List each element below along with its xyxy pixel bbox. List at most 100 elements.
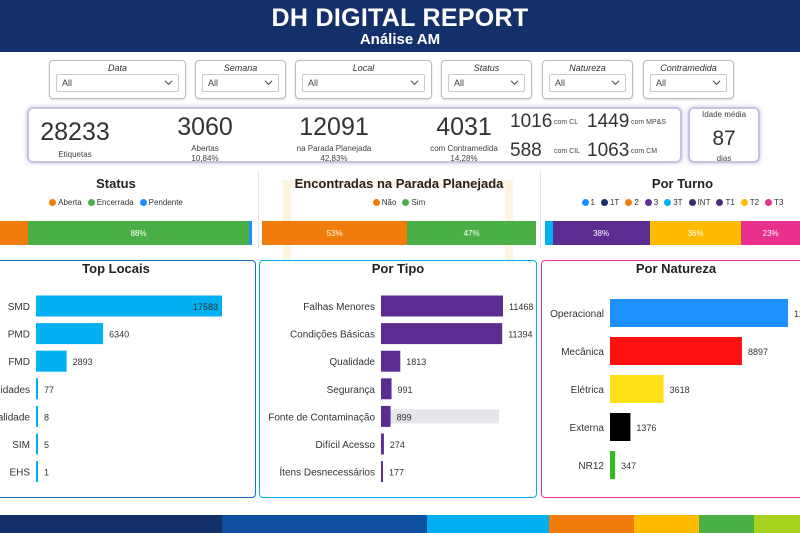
chevron-down-icon [410,80,419,86]
legend-swatch [581,199,589,206]
kpi-cil-label: com CIL [554,148,581,155]
chevron-down-icon [611,80,620,86]
strip-segment [222,515,427,533]
value-label: 1 [44,468,49,478]
kpi-contramedida-pct: 14,28% [450,154,478,163]
filter-value: All [208,78,219,88]
category-label: Elétrica [571,385,605,396]
status-stacked-bar: 88% [0,221,252,245]
status-legend: Aberta Encerrada Pendente [0,198,232,207]
bar-row: Elétrica 3618 [571,375,690,403]
filter-semana-select[interactable]: All [202,74,279,92]
filter-value: All [62,78,73,88]
category-label: EHS [9,468,30,479]
legend-item: 3T [664,198,683,207]
bar-row: Difícil Acesso 274 [316,433,405,455]
bar-row: Ítens Desnecessários 177 [279,461,404,483]
bar [36,378,38,400]
value-label: 8 [44,412,49,422]
bar-row: FMD 2893 [8,350,93,372]
segment-label: 53% [326,228,343,238]
value-label: 11394 [508,330,532,340]
bar-row: EHS 1 [9,461,49,483]
kpi-contramedida-label: com Contramedida [430,144,498,153]
legend-label: Encerrada [96,198,134,207]
kpi-cl-value: 1016 [510,111,553,132]
stack-segment-encerrada: 88% [27,221,250,245]
value-label: 899 [397,412,412,422]
legend-swatch [402,199,410,206]
bar-row: SIM 5 [12,433,49,455]
stack-segment-t2: 36% [649,221,742,245]
strip-segment [0,515,222,533]
value-label: 347 [621,461,636,471]
report-title: DH DIGITAL REPORT [271,4,529,32]
kpi-parada-label: na Parada Planejada [296,144,372,153]
legend-item: Sim [402,198,425,207]
filter-semana: Semana All [195,60,286,99]
legend-item: 1T [600,198,620,207]
kpi-etiquetas-value: 28233 [40,118,110,146]
value-label: 12 [794,309,800,319]
legend-swatch [644,199,652,206]
value-label: 6340 [109,330,129,340]
kpi-abertas-pct: 10,84% [191,154,219,163]
section-divider [258,172,259,248]
kpi-mps-value: 1449 [587,111,630,132]
value-label: 1376 [636,423,656,433]
legend-item: T1 [716,198,735,207]
kpi-idade-label: Idade média [701,110,747,119]
legend-label: Sim [411,198,426,207]
bar-row: Condições Básicas 11394 [290,323,533,345]
bar-row: Falhas Menores 11468 [303,295,533,317]
legend-swatch [600,199,608,206]
turno-stacked-bar: 38% 36% 23% [545,221,800,245]
bar-row: NR12 347 [578,451,636,479]
filter-status-select[interactable]: All [448,74,525,92]
filter-contramedida-select[interactable]: All [650,74,727,92]
legend-label: INT [697,198,711,207]
filter-data-select[interactable]: All [56,74,179,92]
bar [610,413,631,441]
category-label: Condições Básicas [290,330,375,341]
value-label: 11468 [509,302,533,312]
legend-item: INT [688,198,711,207]
filter-data: Data All [49,60,186,99]
value-label: 3618 [670,385,690,395]
stack-segment-t1: 38% [552,221,650,245]
parada-title: Encontradas na Parada Planejada [294,176,504,191]
legend-label: 1T [609,198,620,207]
filter-value: All [656,78,667,88]
bar-row: SMD 17583 [8,295,222,317]
kpi-parada-pct: 42,83% [320,154,348,163]
filter-natureza-select[interactable]: All [549,74,626,92]
category-label: Ítens Desnecessários [279,466,375,479]
legend-item: 1 [581,198,595,207]
top-locais-title: Top Locais [82,261,150,276]
category-label: FMD [8,357,30,368]
segment-label: 88% [130,228,147,238]
filter-local-select[interactable]: All [302,74,425,92]
kpi-cm-label: com CM [631,148,658,155]
strip-segment [699,515,754,533]
category-label: alidade [0,412,30,423]
bar [381,350,401,372]
chevron-down-icon [164,80,173,86]
bar [381,461,383,483]
bar [381,323,503,345]
bar [36,433,38,455]
filter-label: Status [473,63,500,73]
kpi-cl-label: com CL [554,119,579,126]
bottom-color-strip [0,515,800,533]
kpi-abertas-label: Abertas [191,144,219,153]
category-label: Externa [570,423,605,434]
legend-item: T3 [765,198,783,207]
legend-swatch [716,199,724,206]
legend-item: 3 [644,198,658,207]
legend-swatch [87,199,95,206]
category-label: Segurança [327,385,376,396]
por-natureza-title: Por Natureza [635,261,717,276]
category-label: SIM [12,440,30,451]
bar [36,405,38,427]
segment-label: 23% [762,228,779,238]
